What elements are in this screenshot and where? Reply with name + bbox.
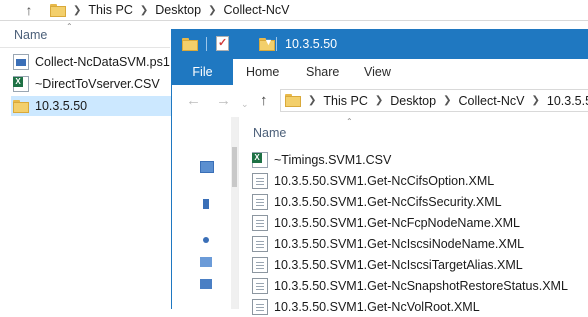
breadcrumb-item[interactable]: 10.3.5.50 xyxy=(547,94,588,108)
list-item[interactable]: 10.3.5.50.SVM1.Get-NcSnapshotRestoreStat… xyxy=(252,275,588,296)
csv-file-icon xyxy=(252,151,268,168)
tab-home[interactable]: Home xyxy=(246,59,279,85)
explorer-window-10-3-5-50: ▼ 10.3.5.50 File Home Share View ← → ⌄ ↑… xyxy=(171,29,588,315)
breadcrumb-item[interactable]: Desktop xyxy=(390,94,436,108)
xml-file-icon xyxy=(252,172,268,189)
sort-caret-icon: ⌃ xyxy=(346,117,353,126)
folder-icon xyxy=(13,100,29,113)
list-item[interactable]: ~Timings.SVM1.CSV xyxy=(252,149,588,170)
divider xyxy=(0,47,170,48)
xml-file-icon xyxy=(252,214,268,231)
column-header-name[interactable]: ⌃ Name xyxy=(0,22,170,48)
recent-locations-chevron-icon[interactable]: ⌄ xyxy=(241,95,249,113)
forward-arrow-icon[interactable]: → xyxy=(216,92,231,110)
chevron-right-icon: ❯ xyxy=(531,95,540,106)
file-name: ~DirectToVserver.CSV xyxy=(35,77,160,91)
divider xyxy=(276,37,277,51)
nav-scrollbar[interactable] xyxy=(231,117,238,309)
breadcrumb: ❯ This PC ❯ Desktop ❯ Collect-NcV ❯ 10.3… xyxy=(285,90,588,111)
list-item[interactable]: ~DirectToVserver.CSV xyxy=(13,74,160,94)
list-item-selected[interactable]: 10.3.5.50 xyxy=(11,96,171,116)
list-item[interactable]: Collect-NcDataSVM.ps1 xyxy=(13,52,170,72)
breadcrumb-item[interactable]: This PC xyxy=(88,3,132,17)
chevron-down-icon[interactable]: ▼ xyxy=(264,37,273,47)
xml-file-icon xyxy=(252,235,268,252)
file-name: 10.3.5.50.SVM1.Get-NcSnapshotRestoreStat… xyxy=(274,278,568,293)
file-name: 10.3.5.50.SVM1.Get-NcCifsSecurity.XML xyxy=(274,194,502,209)
this-pc-icon[interactable] xyxy=(200,161,214,173)
chevron-right-icon: ❯ xyxy=(443,95,452,106)
breadcrumb-item[interactable]: Desktop xyxy=(155,3,201,17)
file-name: 10.3.5.50 xyxy=(35,99,88,113)
chevron-right-icon: ❯ xyxy=(208,4,217,16)
chevron-right-icon: ❯ xyxy=(374,95,384,106)
nav-scrollbar-thumb[interactable] xyxy=(232,147,237,187)
xml-file-icon xyxy=(252,256,268,273)
divider xyxy=(206,37,207,51)
folder-icon xyxy=(285,94,301,107)
file-name: 10.3.5.50.SVM1.Get-NcVolRoot.XML xyxy=(274,299,480,314)
breadcrumb: ❯ This PC ❯ Desktop ❯ Collect-NcV xyxy=(50,0,289,20)
videos-icon[interactable] xyxy=(200,279,212,289)
chevron-right-icon: ❯ xyxy=(139,4,149,16)
file-list: ~Timings.SVM1.CSV 10.3.5.50.SVM1.Get-NcC… xyxy=(252,149,588,317)
column-header-name[interactable]: ⌃ Name xyxy=(238,117,588,147)
navigation-pane[interactable] xyxy=(172,117,239,309)
tab-view[interactable]: View xyxy=(364,59,391,85)
folder-icon xyxy=(182,38,198,51)
breadcrumb-item[interactable]: Collect-NcV xyxy=(458,94,524,108)
file-name: Collect-NcDataSVM.ps1 xyxy=(35,55,170,69)
pictures-icon[interactable] xyxy=(200,257,212,267)
tab-share[interactable]: Share xyxy=(306,59,339,85)
file-name: ~Timings.SVM1.CSV xyxy=(274,152,392,167)
list-item[interactable]: 10.3.5.50.SVM1.Get-NcCifsOption.XML xyxy=(252,170,588,191)
window-title: 10.3.5.50 xyxy=(285,37,338,51)
file-name: 10.3.5.50.SVM1.Get-NcCifsOption.XML xyxy=(274,173,495,188)
xml-file-icon xyxy=(252,193,268,210)
chevron-right-icon: ❯ xyxy=(308,95,317,106)
file-name: 10.3.5.50.SVM1.Get-NcIscsiTargetAlias.XM… xyxy=(274,257,523,272)
address-bar[interactable]: ❯ This PC ❯ Desktop ❯ Collect-NcV ❯ 10.3… xyxy=(280,89,588,112)
column-header-label: Name xyxy=(253,126,287,140)
breadcrumb-item[interactable]: Collect-NcV xyxy=(223,3,289,17)
music-icon[interactable] xyxy=(203,237,209,243)
csv-file-icon xyxy=(13,76,29,92)
file-name: 10.3.5.50.SVM1.Get-NcIscsiNodeName.XML xyxy=(274,236,525,251)
file-name: 10.3.5.50.SVM1.Get-NcFcpNodeName.XML xyxy=(274,215,520,230)
sort-caret-icon: ⌃ xyxy=(66,22,73,31)
up-arrow-icon[interactable]: ↑ xyxy=(20,1,38,19)
column-header-label: Name xyxy=(14,28,48,42)
folder-icon-wrap xyxy=(13,98,29,114)
list-item[interactable]: 10.3.5.50.SVM1.Get-NcVolRoot.XML xyxy=(252,296,588,317)
breadcrumb-item[interactable]: This PC xyxy=(323,94,367,108)
xml-file-icon xyxy=(252,298,268,315)
properties-icon[interactable] xyxy=(216,36,229,51)
list-item[interactable]: 10.3.5.50.SVM1.Get-NcCifsSecurity.XML xyxy=(252,191,588,212)
list-item[interactable]: 10.3.5.50.SVM1.Get-NcFcpNodeName.XML xyxy=(252,212,588,233)
xml-file-icon xyxy=(252,277,268,294)
navigation-bar: ← → ⌄ ↑ ❯ This PC ❯ Desktop ❯ Collect-Nc… xyxy=(172,85,588,117)
list-item[interactable]: 10.3.5.50.SVM1.Get-NcIscsiNodeName.XML xyxy=(252,233,588,254)
up-arrow-icon[interactable]: ↑ xyxy=(260,92,268,110)
ribbon-tabs: File Home Share View xyxy=(172,59,588,86)
chevron-right-icon: ❯ xyxy=(73,4,82,16)
back-arrow-icon[interactable]: ← xyxy=(186,92,201,110)
powershell-script-icon xyxy=(13,54,29,70)
list-item[interactable]: 10.3.5.50.SVM1.Get-NcIscsiTargetAlias.XM… xyxy=(252,254,588,275)
folder-icon xyxy=(50,3,66,17)
downloads-icon[interactable] xyxy=(203,199,209,209)
address-bar[interactable]: ↑ ❯ This PC ❯ Desktop ❯ Collect-NcV xyxy=(0,0,588,21)
title-bar[interactable]: ▼ 10.3.5.50 xyxy=(172,29,588,59)
tab-file[interactable]: File xyxy=(172,59,233,85)
